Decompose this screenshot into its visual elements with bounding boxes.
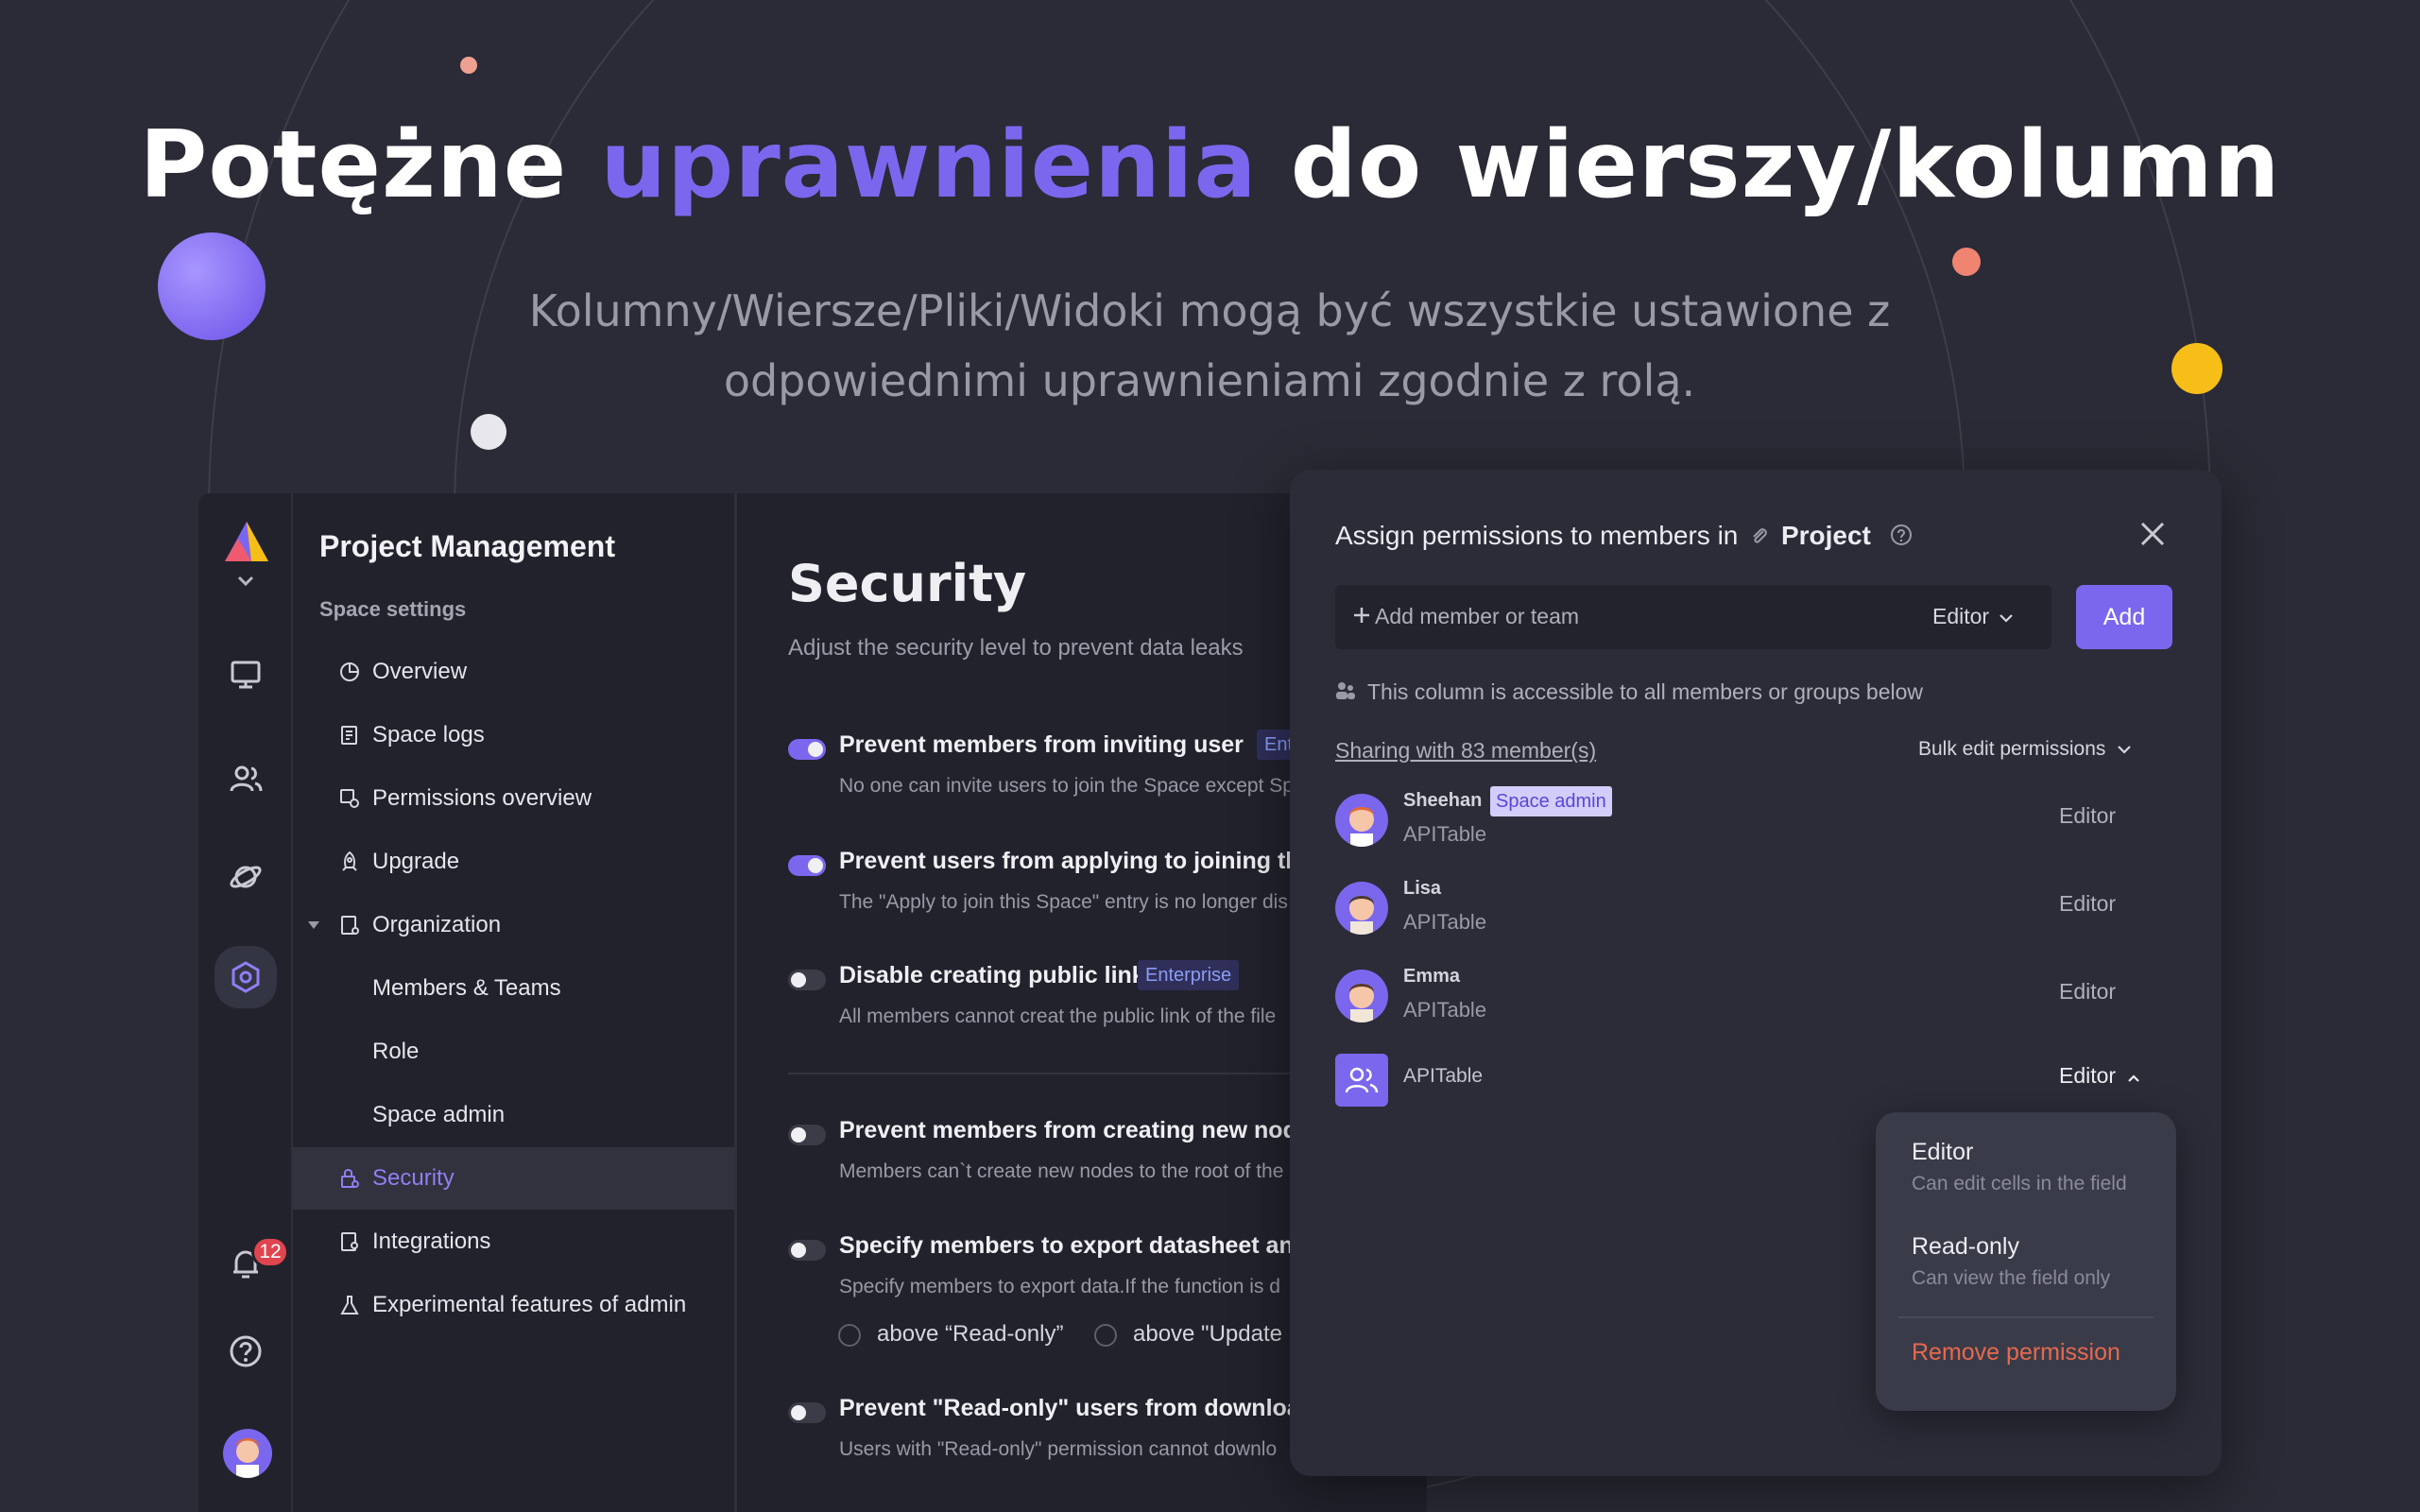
- org-icon: [336, 912, 363, 938]
- lock-icon: [336, 1165, 363, 1192]
- member-row: Sheehan Space admin APITable Editor: [1335, 786, 2186, 850]
- settings-sidebar: Project Management Space settings Overvi…: [293, 493, 737, 1512]
- nav-item-permissions-overview[interactable]: Permissions overview: [293, 767, 734, 830]
- sharing-link[interactable]: Sharing with 83 member(s): [1335, 738, 1596, 764]
- add-member-input[interactable]: Add member or team Editor: [1335, 585, 2051, 649]
- chevron-down-icon: [2118, 746, 2132, 754]
- pie-icon: [336, 659, 363, 685]
- team-icon: [1335, 1054, 1388, 1107]
- nav-item-role[interactable]: Role: [293, 1021, 734, 1083]
- section-heading: Space settings: [319, 597, 467, 621]
- integrations-icon: [336, 1228, 363, 1255]
- menu-item-remove-permission[interactable]: Remove permission: [1912, 1339, 2120, 1366]
- planet-icon[interactable]: [221, 852, 270, 902]
- settings-hex-icon[interactable]: [215, 946, 277, 1008]
- deco-dot-yellow: [2171, 343, 2223, 394]
- hero-title-accent: uprawnienia: [600, 112, 1258, 219]
- member-row: Emma APITable Editor: [1335, 966, 2186, 1026]
- attachment-icon: [1749, 523, 1770, 553]
- users-icon: [1335, 680, 1356, 706]
- radio-above-readonly[interactable]: [838, 1324, 861, 1347]
- toggle-specify-export[interactable]: [788, 1240, 826, 1261]
- notification-badge: 12: [251, 1236, 289, 1268]
- hero-subtitle: Kolumny/Wiersze/Pliki/Widoki mogą być ws…: [528, 285, 1891, 406]
- add-button[interactable]: Add: [2076, 585, 2172, 649]
- contacts-icon[interactable]: [221, 754, 270, 803]
- nav-item-organization[interactable]: Organization: [293, 894, 734, 956]
- chevron-down-icon[interactable]: [236, 575, 255, 593]
- role-select[interactable]: Editor: [1932, 604, 2014, 629]
- avatar: [1335, 882, 1388, 935]
- plus-icon: [1352, 606, 1371, 629]
- toggle-prevent-applying[interactable]: [788, 855, 826, 876]
- member-row: Lisa APITable Editor: [1335, 878, 2186, 938]
- nav-item-security[interactable]: Security: [293, 1147, 734, 1210]
- nav-item-space-admin[interactable]: Space admin: [293, 1084, 734, 1146]
- member-role-select[interactable]: Editor: [2059, 979, 2116, 1005]
- toggle-prevent-readonly-download[interactable]: [788, 1402, 826, 1423]
- caret-down-icon[interactable]: [306, 919, 327, 931]
- permissions-icon: [336, 785, 363, 812]
- page-description: Adjust the security level to prevent dat…: [788, 635, 1244, 661]
- nav-item-overview[interactable]: Overview: [293, 641, 734, 703]
- page-title: Security: [788, 554, 1027, 613]
- member-role-select[interactable]: Editor: [2059, 891, 2116, 917]
- nav-item-space-logs[interactable]: Space logs: [293, 704, 734, 766]
- chevron-up-icon: [2128, 1074, 2140, 1082]
- avatar: [1335, 970, 1388, 1022]
- modal-title: Assign permissions to members in Project: [1335, 521, 1913, 553]
- deco-dot-white: [471, 414, 506, 450]
- logo-icon[interactable]: [223, 520, 270, 563]
- radio-label-update: above "Update: [1133, 1321, 1282, 1347]
- close-icon[interactable]: [2137, 519, 2168, 554]
- deco-sphere-purple: [158, 232, 266, 340]
- member-role-select[interactable]: Editor: [2059, 1063, 2140, 1089]
- member-role-select[interactable]: Editor: [2059, 803, 2116, 829]
- chevron-down-icon: [2000, 614, 2014, 623]
- help-circle-icon[interactable]: [1890, 523, 1913, 553]
- nav-item-members-teams[interactable]: Members & Teams: [293, 957, 734, 1020]
- app-window: 12 Project Management Space settings Ove…: [198, 493, 1427, 1512]
- bulk-edit-dropdown[interactable]: Bulk edit permissions: [1918, 738, 2132, 761]
- nav-item-experimental[interactable]: Experimental features of admin: [293, 1274, 734, 1336]
- log-icon: [336, 722, 363, 748]
- nav-item-integrations[interactable]: Integrations: [293, 1211, 734, 1273]
- avatar[interactable]: [223, 1429, 272, 1478]
- space-admin-badge: Space admin: [1490, 786, 1612, 816]
- avatar: [1335, 794, 1388, 847]
- radio-above-update[interactable]: [1094, 1324, 1117, 1347]
- radio-label-readonly: above “Read-only”: [877, 1321, 1064, 1347]
- space-title: Project Management: [319, 529, 615, 563]
- enterprise-tag: Enterprise: [1138, 960, 1240, 990]
- flask-icon: [336, 1292, 363, 1318]
- deco-dot-small-pink: [460, 57, 477, 74]
- toggle-prevent-inviting[interactable]: [788, 739, 826, 760]
- access-note: This column is accessible to all members…: [1335, 679, 1923, 706]
- nav-item-upgrade[interactable]: Upgrade: [293, 831, 734, 893]
- help-icon[interactable]: [221, 1327, 270, 1376]
- role-dropdown-menu: Editor Can edit cells in the field Read-…: [1876, 1112, 2176, 1411]
- monitor-icon[interactable]: [221, 650, 270, 699]
- toggle-disable-public-link[interactable]: [788, 970, 826, 990]
- rocket-icon: [336, 849, 363, 875]
- icon-rail: 12: [198, 493, 293, 1512]
- team-row: APITable Editor: [1335, 1050, 2186, 1110]
- deco-dot-coral: [1952, 248, 1981, 276]
- toggle-prevent-new-nodes[interactable]: [788, 1125, 826, 1145]
- menu-divider: [1898, 1316, 2154, 1318]
- hero-title: Potężne uprawnienia do wierszy/kolumn: [139, 112, 2281, 219]
